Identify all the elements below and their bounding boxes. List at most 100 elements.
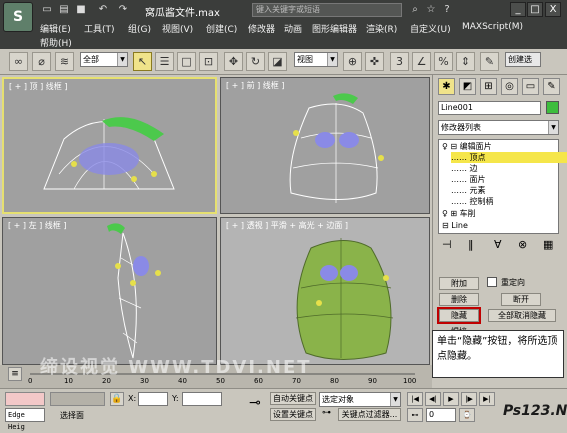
select-object-icon[interactable]: ↖: [133, 52, 152, 71]
menu-modifiers[interactable]: 修改器: [248, 22, 275, 35]
stack-item-element[interactable]: …… 元素: [451, 185, 567, 196]
stack-item-line[interactable]: ⊟ Line: [442, 220, 560, 231]
time-config-icon[interactable]: ⌚: [459, 408, 475, 422]
reorient-checkbox[interactable]: [487, 277, 497, 287]
attach-button[interactable]: 附加: [439, 277, 479, 290]
link-icon[interactable]: ∞: [9, 52, 28, 71]
pivot-center-icon[interactable]: ⊕: [343, 52, 362, 71]
current-frame-field[interactable]: 0: [426, 408, 456, 422]
help-icon[interactable]: ?: [440, 3, 454, 17]
stack-item-vertex[interactable]: …… 顶点: [451, 152, 567, 163]
open-file-icon[interactable]: ▤: [57, 3, 71, 17]
selection-filter-dropdown[interactable]: 全部 ▼: [80, 52, 128, 67]
bind-space-warp-icon[interactable]: ≋: [55, 52, 74, 71]
modifier-list-dropdown[interactable]: 修改器列表 ▼: [438, 120, 559, 135]
stack-item-handle[interactable]: …… 控制柄: [451, 196, 567, 207]
menu-animation[interactable]: 动画: [284, 22, 302, 35]
select-rotate-icon[interactable]: ↻: [246, 52, 265, 71]
object-color-swatch[interactable]: [546, 101, 559, 114]
menu-view[interactable]: 视图(V): [162, 22, 193, 35]
y-coordinate-field[interactable]: [182, 392, 222, 406]
stack-item-edit-patch[interactable]: ♀ ⊟ 编辑面片: [442, 141, 560, 152]
menu-create[interactable]: 创建(C): [206, 22, 237, 35]
menu-tools[interactable]: 工具(T): [84, 22, 115, 35]
menu-rendering[interactable]: 渲染(R): [366, 22, 397, 35]
stack-item-patch[interactable]: …… 面片: [451, 174, 567, 185]
key-icon[interactable]: ⊸: [244, 395, 266, 415]
snaps-toggle-icon[interactable]: 3: [390, 52, 409, 71]
menu-help[interactable]: 帮助(H): [40, 36, 72, 49]
previous-frame-icon[interactable]: ◀|: [425, 392, 441, 406]
lightbulb-icon[interactable]: ♀: [442, 142, 448, 151]
menu-maxscript[interactable]: MAXScript(M): [462, 22, 523, 32]
unhide-all-button[interactable]: 全部取消隐藏: [488, 309, 556, 322]
window-crossing-icon[interactable]: ⊡: [199, 52, 218, 71]
create-tab-icon[interactable]: ✱: [438, 78, 455, 95]
hide-button[interactable]: 隐藏: [437, 307, 481, 324]
undo-icon[interactable]: ↶: [96, 3, 110, 17]
star-icon[interactable]: ☆: [424, 3, 438, 17]
select-by-name-icon[interactable]: ☰: [155, 52, 174, 71]
angle-snap-icon[interactable]: ∠: [412, 52, 431, 71]
stack-item-edge[interactable]: …… 边: [451, 163, 567, 174]
remove-modifier-icon[interactable]: ⊗: [518, 238, 527, 251]
select-move-icon[interactable]: ✥: [224, 52, 243, 71]
named-selection-icon[interactable]: ✎: [480, 52, 499, 71]
maximize-button[interactable]: □: [527, 2, 543, 17]
viewport-top[interactable]: [ + ] 顶 ] 线框 ]: [2, 77, 217, 214]
maxscript-listener-pink[interactable]: [5, 392, 45, 406]
hierarchy-tab-icon[interactable]: ⊞: [480, 78, 497, 95]
redo-icon[interactable]: ↷: [116, 3, 130, 17]
show-end-result-icon[interactable]: ‖: [468, 238, 474, 251]
viewport-perspective[interactable]: [ + ] 透视 ] 平滑 + 高光 + 边面 ]: [220, 217, 430, 365]
key-mode-icon[interactable]: ⊶: [322, 408, 334, 420]
named-selection-set-field[interactable]: 创建选: [505, 52, 541, 67]
spinner-snap-icon[interactable]: ⇕: [456, 52, 475, 71]
break-button[interactable]: 断开: [501, 293, 541, 306]
maxscript-mini-listener[interactable]: Edge Heig: [5, 408, 45, 431]
lock-selection-icon[interactable]: 🔒: [110, 392, 124, 406]
menu-graph-editors[interactable]: 图形编辑器: [312, 22, 357, 35]
time-slider-track[interactable]: ≡ 0 10 20 30 40 50 60 70 80 90 100 缔设视觉 …: [0, 357, 432, 388]
pin-stack-icon[interactable]: ⊣: [442, 238, 452, 251]
motion-tab-icon[interactable]: ◎: [501, 78, 518, 95]
lightbulb-icon[interactable]: ♀: [442, 209, 448, 218]
search-icon[interactable]: ⌕: [408, 3, 422, 17]
select-manipulate-icon[interactable]: ✜: [365, 52, 384, 71]
autokey-button[interactable]: 自动关键点: [270, 392, 316, 405]
menu-customize[interactable]: 自定义(U): [410, 22, 451, 35]
percent-snap-icon[interactable]: %: [434, 52, 453, 71]
rectangular-selection-icon[interactable]: □: [177, 52, 196, 71]
select-scale-icon[interactable]: ◪: [268, 52, 287, 71]
viewport-front[interactable]: [ + ] 前 ] 线框 ]: [220, 77, 430, 214]
search-input[interactable]: 键入关键字或短语: [252, 3, 402, 17]
minimize-button[interactable]: _: [510, 2, 526, 17]
go-to-start-icon[interactable]: |◀: [407, 392, 423, 406]
menu-edit[interactable]: 编辑(E): [40, 22, 71, 35]
play-icon[interactable]: ▶: [443, 392, 459, 406]
go-to-end-icon[interactable]: ▶|: [479, 392, 495, 406]
new-file-icon[interactable]: ▭: [40, 3, 54, 17]
stack-item-lathe[interactable]: ♀ ⊞ 车削: [442, 208, 560, 219]
mini-curve-editor-icon[interactable]: ≡: [8, 367, 22, 381]
configure-sets-icon[interactable]: ▦: [543, 238, 553, 251]
key-filters-button[interactable]: 关键点过滤器...: [338, 408, 401, 421]
save-icon[interactable]: ■: [74, 3, 88, 17]
selected-object-dropdown[interactable]: 选定对象 ▼: [319, 392, 401, 407]
menu-group[interactable]: 组(G): [128, 22, 151, 35]
close-button[interactable]: X: [545, 2, 561, 17]
reference-coordinate-dropdown[interactable]: 视图 ▼: [294, 52, 338, 67]
object-name-field[interactable]: Line001: [438, 101, 541, 115]
delete-button[interactable]: 删除: [439, 293, 479, 306]
set-key-button[interactable]: 设置关键点: [270, 408, 316, 421]
key-mode-toggle-icon[interactable]: ⊷: [407, 408, 423, 422]
modify-tab-icon[interactable]: ◩: [459, 78, 476, 95]
x-coordinate-field[interactable]: [138, 392, 168, 406]
app-logo-icon[interactable]: S: [3, 2, 33, 32]
viewport-left[interactable]: [ + ] 左 ] 线框 ]: [2, 217, 217, 365]
utilities-tab-icon[interactable]: ✎: [543, 78, 560, 95]
display-tab-icon[interactable]: ▭: [522, 78, 539, 95]
make-unique-icon[interactable]: ∀: [494, 238, 502, 251]
next-frame-icon[interactable]: |▶: [461, 392, 477, 406]
unlink-icon[interactable]: ⌀: [32, 52, 51, 71]
